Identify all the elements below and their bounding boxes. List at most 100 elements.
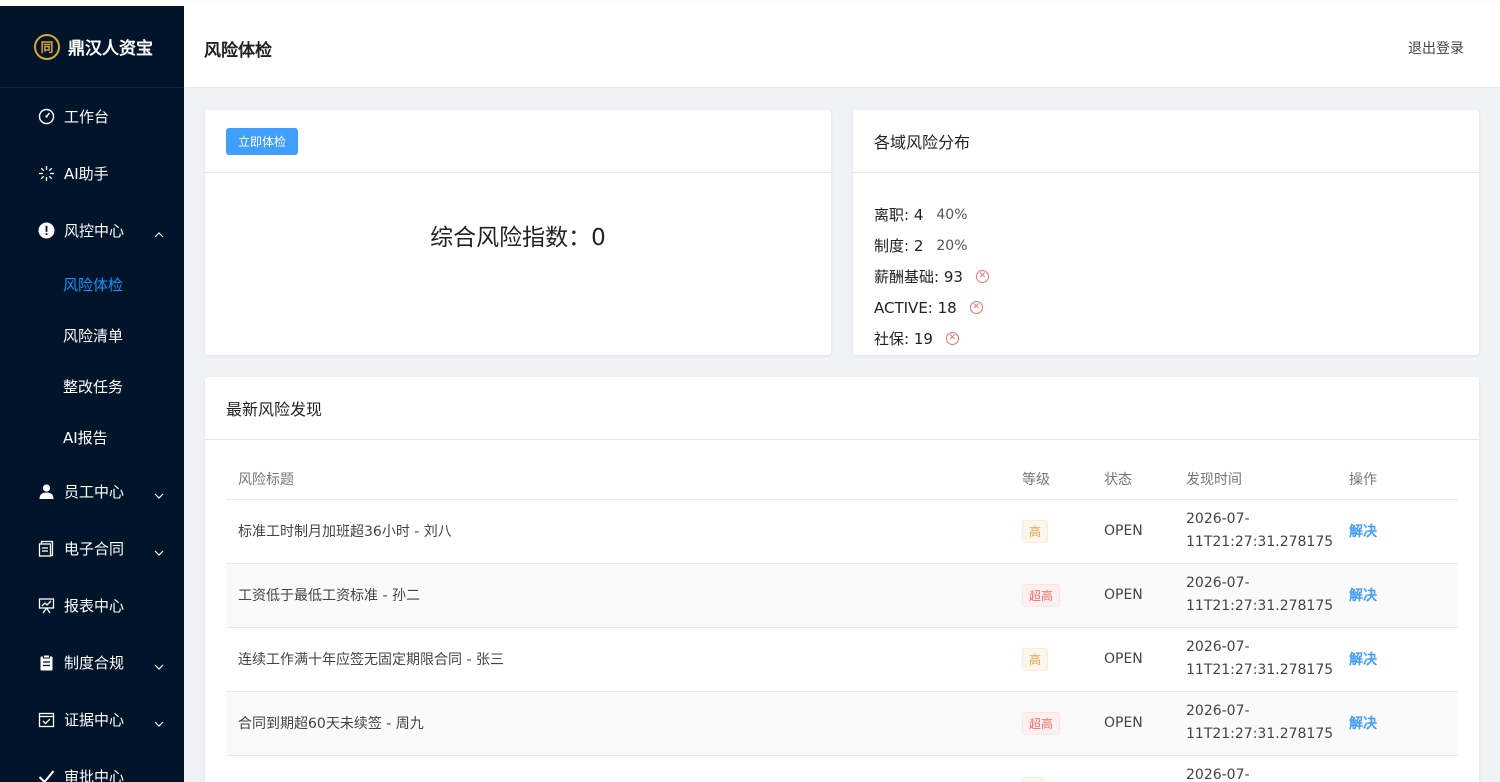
cell-level: 超高: [1010, 563, 1092, 628]
sidebar-item-reports[interactable]: 报表中心: [0, 577, 184, 634]
sidebar-subitem-risk-check[interactable]: 风险体检: [0, 259, 184, 310]
cell-title: 连续工作满十年应签无固定期限合同 - 张三: [226, 627, 1010, 692]
sidebar-item-compliance[interactable]: 制度合规: [0, 634, 184, 691]
brand-name: 鼎汉人资宝: [68, 39, 153, 59]
cell-status: OPEN: [1092, 627, 1174, 692]
chevron-down-icon: [154, 487, 164, 505]
cell-status: OPEN: [1092, 499, 1174, 564]
sidebar-item-label: 工作台: [64, 108, 110, 126]
overall-risk-score: 综合风险指数：0: [430, 225, 606, 251]
findings-table-wrap: 风险标题 等级 状态 发现时间 操作 标准工时制月加班超36小时 - 刘八 高 …: [226, 459, 1458, 782]
risk-distribution-title: 各域风险分布: [853, 110, 1479, 173]
resolve-link[interactable]: 解决: [1349, 716, 1377, 732]
distribution-row: 薪酬基础: 93 ✕: [874, 261, 1479, 292]
start-check-button[interactable]: 立即体检: [226, 127, 299, 155]
table-row: 工资低于最低工资标准 - 孙二 超高 OPEN 2026-07- 11T21:27…: [226, 563, 1458, 628]
sidebar-item-label: AI助手: [64, 165, 109, 183]
latest-findings-card: 最新风险发现 风险标题 等级 状态 发现时间 操作 标准工时制月加班超36小时 …: [205, 377, 1479, 782]
resolve-link[interactable]: 解决: [1349, 588, 1377, 604]
cell-time: 2026-07- 11T21:27:31.278175: [1174, 627, 1337, 692]
presentation-icon: [37, 597, 55, 615]
sidebar-subitem-ai-report[interactable]: AI报告: [0, 412, 184, 463]
contract-icon: [37, 540, 55, 558]
time-line: 11T21:27:31.278175: [1186, 598, 1334, 614]
alert-circle-icon: [37, 222, 55, 240]
distribution-percent: 40%: [936, 206, 968, 223]
sidebar-item-label: 员工中心: [64, 483, 125, 501]
distribution-row: 离职: 4 40%: [874, 199, 1479, 230]
app-window: 同 鼎汉人资宝 工作台 AI助手 风控中心 风险体检 风险清单 整改任务 AI报…: [0, 6, 1500, 782]
distribution-label: ACTIVE: 18: [874, 298, 957, 317]
sidebar-subitem-risk-list[interactable]: 风险清单: [0, 310, 184, 361]
cell-level: 高: [1010, 627, 1092, 692]
check-icon: [37, 768, 55, 782]
cell-action: 解决: [1337, 563, 1458, 628]
time-line: 11T21:27:31.278175: [1186, 726, 1334, 742]
level-tag: 超高: [1022, 711, 1061, 735]
risk-distribution-list: 离职: 4 40% 制度: 2 20% 薪酬基础: 93 ✕ ACTIVE: 1…: [853, 173, 1479, 354]
time-line: 11T21:27:31.278175: [1186, 534, 1334, 550]
resolve-link[interactable]: 解决: [1349, 524, 1377, 540]
cell-title: 工资低于最低工资标准 - 孙二: [226, 563, 1010, 628]
distribution-row: ACTIVE: 18 ✕: [874, 292, 1479, 323]
error-circle-icon: ✕: [975, 270, 989, 283]
cell-level: 高: [1010, 499, 1092, 564]
brand: 同 鼎汉人资宝: [0, 6, 184, 88]
sidebar-item-employee-center[interactable]: 员工中心: [0, 463, 184, 520]
sidebar-item-e-contract[interactable]: 电子合同: [0, 520, 184, 577]
sidebar-menu: 工作台 AI助手 风控中心 风险体检 风险清单 整改任务 AI报告 员工中心 电…: [0, 88, 184, 782]
cell-time: 2026-07-: [1174, 755, 1337, 782]
cell-title: [226, 755, 1010, 782]
sidebar-item-ai-assistant[interactable]: AI助手: [0, 145, 184, 202]
dashboard-icon: [37, 108, 55, 126]
distribution-label: 社保: 19: [874, 330, 933, 348]
sidebar-item-label: 报表中心: [64, 597, 125, 615]
clipboard-icon: [37, 654, 55, 672]
cell-title: 标准工时制月加班超36小时 - 刘八: [226, 499, 1010, 564]
column-header-title: 风险标题: [226, 459, 1010, 500]
chevron-down-icon: [154, 658, 164, 676]
evidence-icon: [37, 711, 55, 729]
logout-button[interactable]: 退出登录: [1408, 38, 1464, 58]
sidebar-item-label: 证据中心: [64, 711, 125, 729]
cell-action: 解决: [1337, 691, 1458, 756]
cell-title: 合同到期超60天未续签 - 周九: [226, 691, 1010, 756]
distribution-label: 离职: 4: [874, 206, 924, 224]
time-line: 2026-07-: [1186, 511, 1250, 527]
sidebar-item-evidence[interactable]: 证据中心: [0, 691, 184, 748]
sparkle-icon: [37, 165, 55, 183]
table-row: 合同到期超60天未续签 - 周九 超高 OPEN 2026-07- 11T21:2…: [226, 691, 1458, 756]
level-tag: 超高: [1022, 583, 1061, 607]
table-row: 标准工时制月加班超36小时 - 刘八 高 OPEN 2026-07- 11T21:…: [226, 499, 1458, 564]
resolve-link[interactable]: 解决: [1349, 652, 1377, 668]
cell-action: 解决: [1337, 627, 1458, 692]
time-line: 11T21:27:31.278175: [1186, 662, 1334, 678]
cell-status: [1092, 755, 1174, 782]
distribution-percent: 20%: [936, 237, 968, 254]
sidebar-item-label: 风控中心: [64, 222, 125, 240]
chevron-down-icon: [154, 544, 164, 562]
cell-action: [1337, 755, 1458, 782]
user-icon: [37, 483, 55, 501]
cell-level: [1010, 755, 1092, 782]
sidebar-item-label: 电子合同: [64, 540, 125, 558]
level-tag: 高: [1022, 647, 1049, 671]
level-tag: 高: [1022, 519, 1049, 543]
distribution-label: 薪酬基础: 93: [874, 268, 963, 286]
distribution-row: 制度: 2 20%: [874, 230, 1479, 261]
brand-logo-icon: 同: [34, 33, 60, 60]
sidebar-subitem-rectify-tasks[interactable]: 整改任务: [0, 361, 184, 412]
findings-table: 风险标题 等级 状态 发现时间 操作 标准工时制月加班超36小时 - 刘八 高 …: [226, 459, 1458, 782]
cell-time: 2026-07- 11T21:27:31.278175: [1174, 499, 1337, 564]
sidebar-item-workbench[interactable]: 工作台: [0, 88, 184, 145]
distribution-row: 社保: 19 ✕: [874, 323, 1479, 354]
cell-status: OPEN: [1092, 563, 1174, 628]
sidebar-item-risk-center[interactable]: 风控中心: [0, 202, 184, 259]
time-line: 2026-07-: [1186, 575, 1250, 591]
sidebar-item-approval[interactable]: 审批中心: [0, 748, 184, 782]
error-circle-icon: ✕: [969, 301, 983, 314]
column-header-time: 发现时间: [1174, 459, 1337, 500]
sidebar-item-label: 制度合规: [64, 654, 125, 672]
time-line: 2026-07-: [1186, 766, 1250, 782]
table-header-row: 风险标题 等级 状态 发现时间 操作: [226, 459, 1458, 500]
